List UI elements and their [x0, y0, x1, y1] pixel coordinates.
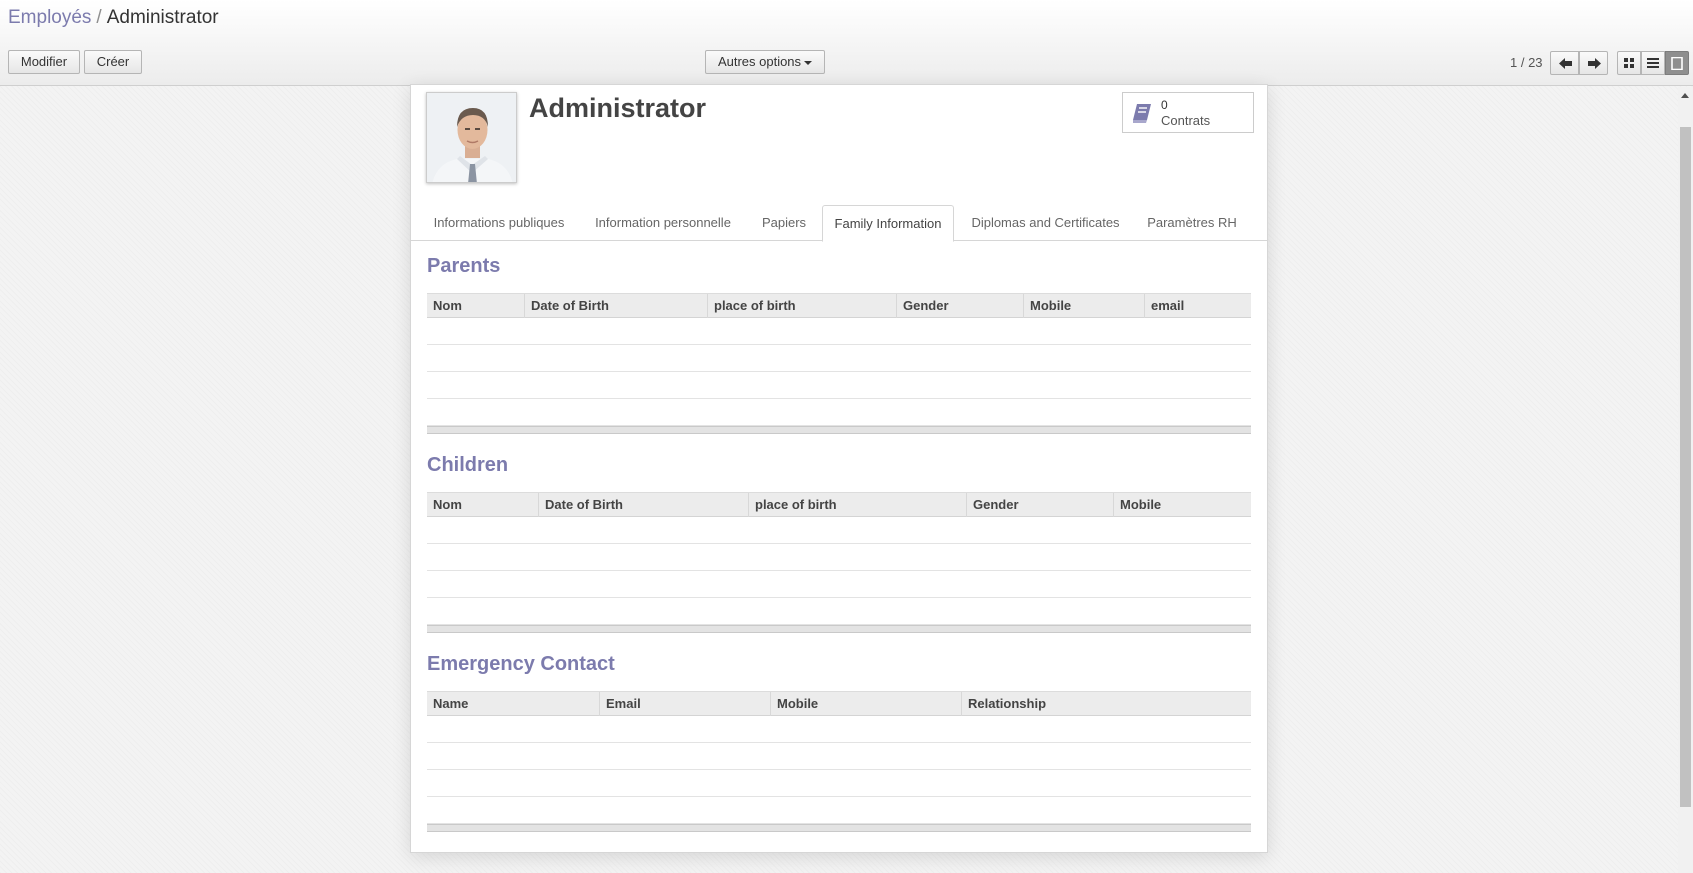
breadcrumb: Employés / Administrator — [8, 7, 219, 29]
table-row[interactable] — [427, 318, 1251, 345]
table-footer — [427, 426, 1251, 434]
tab-diplomas-certificates[interactable]: Diplomas and Certificates — [964, 205, 1127, 241]
table-row[interactable] — [427, 743, 1251, 770]
column-header[interactable]: Date of Birth — [524, 294, 707, 318]
column-header[interactable]: Mobile — [1023, 294, 1144, 318]
parents-table: Nom Date of Birth place of birth Gender … — [427, 293, 1251, 434]
tab-bar: Informations publiques Information perso… — [411, 205, 1267, 242]
scrollbar-thumb[interactable] — [1680, 127, 1691, 807]
table-row[interactable] — [427, 399, 1251, 426]
table-footer — [427, 824, 1251, 832]
tab-hr-settings[interactable]: Paramètres RH — [1137, 205, 1247, 241]
create-button[interactable]: Créer — [84, 50, 142, 74]
control-panel: Employés / Administrator Modifier Créer Au… — [0, 0, 1693, 86]
table-row[interactable] — [427, 797, 1251, 824]
column-header[interactable]: Email — [599, 692, 770, 716]
breadcrumb-separator: / — [96, 7, 102, 28]
scroll-up-icon[interactable] — [1681, 93, 1689, 98]
column-header[interactable]: Mobile — [770, 692, 961, 716]
arrow-right-icon — [1588, 58, 1601, 69]
table-row[interactable] — [427, 598, 1251, 625]
scrollbar[interactable] — [1678, 87, 1693, 873]
table-row[interactable] — [427, 345, 1251, 372]
more-options-dropdown[interactable]: Autres options — [705, 50, 825, 74]
arrow-left-icon — [1559, 58, 1572, 69]
pager-next-button[interactable] — [1579, 51, 1608, 75]
column-header[interactable]: Mobile — [1113, 493, 1251, 517]
column-header[interactable]: Nom — [427, 294, 524, 318]
book-icon — [1133, 104, 1151, 123]
column-header[interactable]: place of birth — [748, 493, 966, 517]
employee-avatar[interactable] — [426, 92, 517, 183]
table-row[interactable] — [427, 372, 1251, 399]
column-header[interactable]: Gender — [896, 294, 1023, 318]
column-header[interactable]: Gender — [966, 493, 1113, 517]
children-table: Nom Date of Birth place of birth Gender … — [427, 492, 1251, 633]
breadcrumb-employees-link[interactable]: Employés — [8, 7, 91, 28]
parents-table-header: Nom Date of Birth place of birth Gender … — [427, 293, 1251, 318]
more-options-label: Autres options — [717, 54, 802, 69]
column-header[interactable]: email — [1144, 294, 1251, 318]
caret-down-icon — [804, 60, 813, 65]
table-row[interactable] — [427, 544, 1251, 571]
column-header[interactable]: Date of Birth — [538, 493, 748, 517]
contracts-count: 0 — [1161, 98, 1168, 112]
emergency-contact-table-header: Name Email Mobile Relationship — [427, 691, 1251, 716]
column-header[interactable]: place of birth — [707, 294, 896, 318]
table-row[interactable] — [427, 770, 1251, 797]
table-footer — [427, 625, 1251, 633]
children-section-title: Children — [427, 454, 509, 476]
table-row[interactable] — [427, 716, 1251, 743]
parents-section-title: Parents — [427, 255, 501, 277]
kanban-view-icon — [1624, 58, 1634, 68]
column-header[interactable]: Nom — [427, 493, 538, 517]
form-view-button[interactable] — [1665, 51, 1689, 75]
tab-personal-information[interactable]: Information personnelle — [583, 205, 743, 241]
breadcrumb-current: Administrator — [106, 7, 219, 28]
tab-public-information[interactable]: Informations publiques — [425, 205, 573, 241]
column-header[interactable]: Name — [427, 692, 599, 716]
tab-papers[interactable]: Papiers — [754, 205, 814, 241]
emergency-contact-section-title: Emergency Contact — [427, 653, 615, 675]
contracts-stat-button[interactable]: 0 Contrats — [1122, 92, 1254, 133]
table-row[interactable] — [427, 571, 1251, 598]
tab-family-information[interactable]: Family Information — [822, 205, 954, 242]
employee-name: Administrator — [529, 93, 707, 123]
contracts-label: Contrats — [1161, 113, 1211, 128]
table-row[interactable] — [427, 517, 1251, 544]
children-table-header: Nom Date of Birth place of birth Gender … — [427, 492, 1251, 517]
pager-value[interactable]: 1 / 23 — [1510, 55, 1543, 70]
edit-button[interactable]: Modifier — [8, 50, 80, 74]
form-sheet: Administrator 0 Contrats Informations pu… — [410, 84, 1268, 853]
kanban-view-button[interactable] — [1617, 51, 1641, 75]
emergency-contact-table: Name Email Mobile Relationship — [427, 691, 1251, 832]
column-header[interactable]: Relationship — [961, 692, 1251, 716]
employee-photo — [427, 93, 516, 182]
form-view-icon — [1671, 57, 1683, 70]
list-view-icon — [1647, 58, 1659, 68]
list-view-button[interactable] — [1641, 51, 1665, 75]
pager-previous-button[interactable] — [1550, 51, 1579, 75]
